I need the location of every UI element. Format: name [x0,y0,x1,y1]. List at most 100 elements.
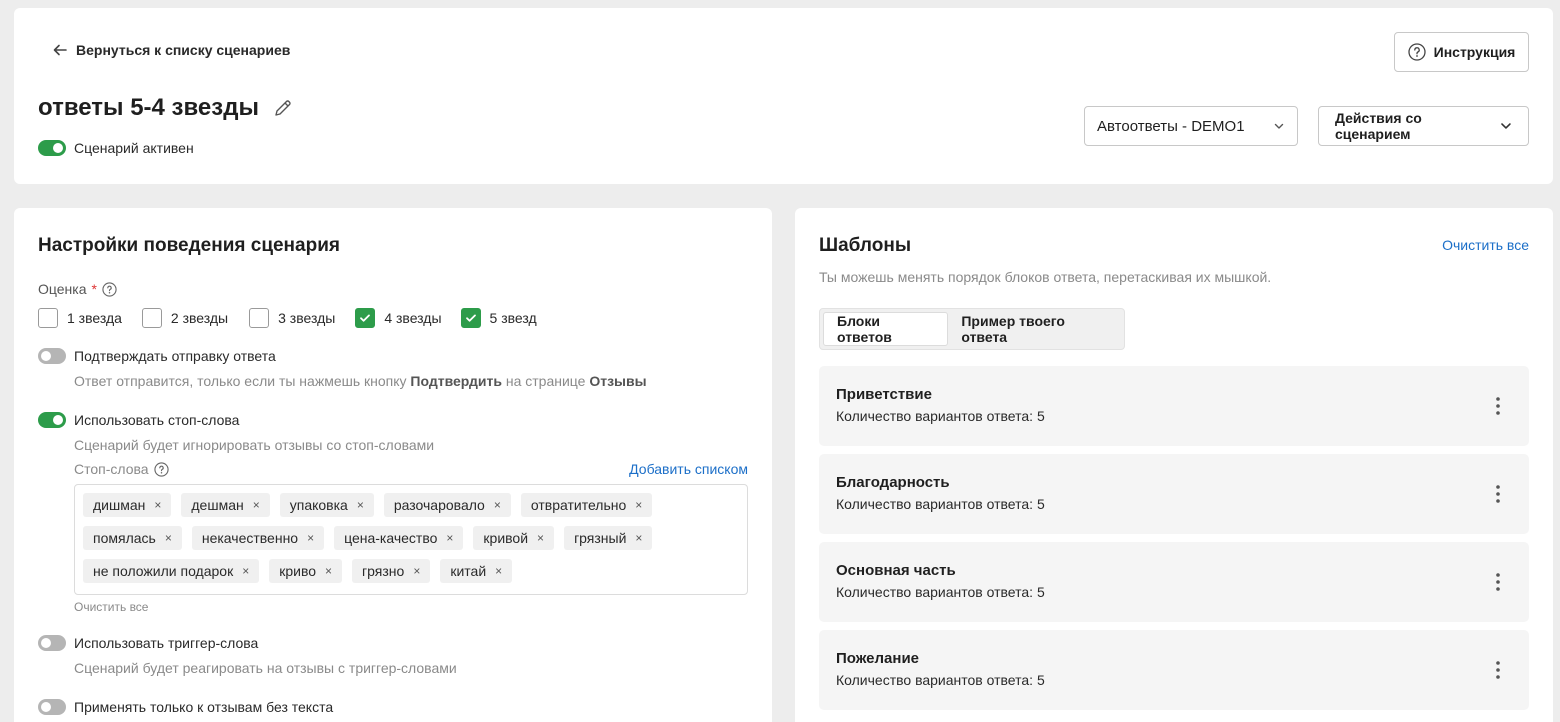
scenario-active-toggle[interactable] [38,140,66,156]
checkbox-box [141,308,162,328]
stopwords-label: Использовать стоп-слова [74,412,240,428]
stopword-tag: кривой × [473,526,555,550]
stopword-tag: грязно × [352,559,431,583]
checkmark-icon [465,314,476,322]
help-icon[interactable] [153,461,169,477]
remove-tag-icon[interactable]: × [242,565,249,577]
stopword-tag-label: отвратительно [530,497,627,513]
confirm-send-label: Подтверждать отправку ответа [74,348,276,364]
remove-tag-icon[interactable]: × [357,499,364,511]
stopword-tag-label: разочаровало [393,497,485,513]
account-select-value: Автоответы - DEMO1 [1097,117,1245,135]
stopword-tag-label: цена-качество [344,530,438,546]
template-block[interactable]: Пожелание Количество вариантов ответа: 5 [819,630,1529,710]
confirm-send-description: Ответ отправится, только если ты нажмешь… [74,373,647,389]
templates-description: Ты можешь менять порядок блоков ответа, … [819,269,1272,285]
template-block[interactable]: Приветствие Количество вариантов ответа:… [819,366,1529,446]
account-select[interactable]: Автоответы - DEMO1 [1084,106,1298,146]
remove-tag-icon[interactable]: × [537,532,544,544]
no-text-toggle[interactable] [38,699,66,715]
template-block-count: Количество вариантов ответа: 5 [836,584,1045,600]
template-block-title: Благодарность [836,474,950,491]
scenario-active-label: Сценарий активен [74,140,194,156]
remove-tag-icon[interactable]: × [413,565,420,577]
scenario-actions-dropdown[interactable]: Действия со сценарием [1318,106,1529,146]
rating-4-checkbox[interactable]: 4 звезды [355,308,442,328]
remove-tag-icon[interactable]: × [325,565,332,577]
remove-tag-icon[interactable]: × [635,532,642,544]
template-block[interactable]: Благодарность Количество вариантов ответ… [819,454,1529,534]
remove-tag-icon[interactable]: × [165,532,172,544]
trigger-words-description: Сценарий будет реагировать на отзывы с т… [74,660,457,676]
remove-tag-icon[interactable]: × [635,499,642,511]
no-text-row: Применять только к отзывам без текста [38,699,333,715]
stopword-tag-label: грязный [574,530,627,546]
checkbox-box-checked [460,308,481,328]
stopword-tag: китай × [440,559,513,583]
tab-answer-blocks[interactable]: Блоки ответов [823,312,949,346]
stopwords-tags-input[interactable]: дишман × дешман × упаковка × разочаровало × отвр… [74,484,748,595]
stopword-tag-label: не положили подарок [93,563,234,579]
rating-2-checkbox[interactable]: 2 звезды [141,308,229,328]
template-block-count: Количество вариантов ответа: 5 [836,408,1045,424]
stopwords-toggle[interactable] [38,412,66,428]
remove-tag-icon[interactable]: × [307,532,314,544]
chevron-down-icon [1274,123,1284,129]
stopword-tag-label: некачественно [201,530,299,546]
stopword-tag: цена-качество × [334,526,464,550]
help-icon[interactable] [102,281,117,297]
checkbox-box-checked [355,308,376,328]
more-vertical-icon[interactable] [1495,572,1501,592]
stopword-tag-label: помялась [93,530,156,546]
trigger-words-toggle[interactable] [38,635,66,651]
stopword-tag-label: кривой [483,530,529,546]
rating-checkboxes: 1 звезда 2 звезды 3 звезды 4 звезды 5 зв… [38,308,537,328]
rating-3-checkbox[interactable]: 3 звезды [249,308,335,328]
stopword-tag: не положили подарок × [83,559,260,583]
tab-answer-example[interactable]: Пример твоего ответа [948,312,1121,346]
clear-stopwords-link[interactable]: Очистить все [74,600,148,614]
stopword-tag-label: китай [450,563,487,579]
stopwords-field-label-text: Стоп-слова [74,461,149,477]
stopword-tag-label: дешман [191,497,244,513]
more-vertical-icon[interactable] [1495,396,1501,416]
back-to-scenarios-link[interactable]: Вернуться к списку сценариев [52,42,290,58]
scenario-settings-panel: Настройки поведения сценария Оценка * 1 з… [14,208,772,722]
remove-tag-icon[interactable]: × [253,499,260,511]
clear-templates-link[interactable]: Очистить все [1442,237,1529,253]
rating-5-checkbox[interactable]: 5 звезд [460,308,537,328]
remove-tag-icon[interactable]: × [446,532,453,544]
rating-3-label: 3 звезды [278,310,336,326]
chevron-down-icon [1501,123,1511,129]
stopword-tag: упаковка × [279,493,374,517]
rating-2-label: 2 звезды [170,310,229,326]
remove-tag-icon[interactable]: × [495,565,502,577]
rating-field-label: Оценка * [38,281,117,297]
scenario-header: Вернуться к списку сценариев ответы 5-4 … [14,8,1553,184]
confirm-desc-bold-button: Подтвердить [410,373,502,389]
stopword-tag-label: упаковка [289,497,348,513]
template-block-title: Пожелание [836,650,920,667]
checkbox-box [249,308,270,328]
remove-tag-icon[interactable]: × [494,499,501,511]
stopword-tag: отвратительно × [520,493,653,517]
stopwords-field-label: Стоп-слова [74,461,169,477]
confirm-desc-text-mid: на странице [501,373,590,389]
arrow-left-icon [53,44,67,56]
remove-tag-icon[interactable]: × [154,499,161,511]
edit-pencil-icon[interactable] [273,98,293,118]
rating-1-checkbox[interactable]: 1 звезда [38,308,122,328]
checkmark-icon [360,314,371,322]
confirm-send-toggle[interactable] [38,348,66,364]
instruction-button[interactable]: Инструкция [1394,32,1529,72]
stopword-tag-label: дишман [93,497,146,513]
stopword-tag: дишман × [83,493,172,517]
more-vertical-icon[interactable] [1495,660,1501,680]
settings-title: Настройки поведения сценария [38,235,340,256]
more-vertical-icon[interactable] [1495,484,1501,504]
add-list-link[interactable]: Добавить списком [629,461,748,477]
templates-panel: Шаблоны Очистить все Ты можешь менять по… [795,208,1553,722]
trigger-words-label: Использовать триггер-слова [74,635,259,651]
template-block[interactable]: Основная часть Количество вариантов отве… [819,542,1529,622]
confirm-desc-bold-page: Отзывы [589,373,647,389]
